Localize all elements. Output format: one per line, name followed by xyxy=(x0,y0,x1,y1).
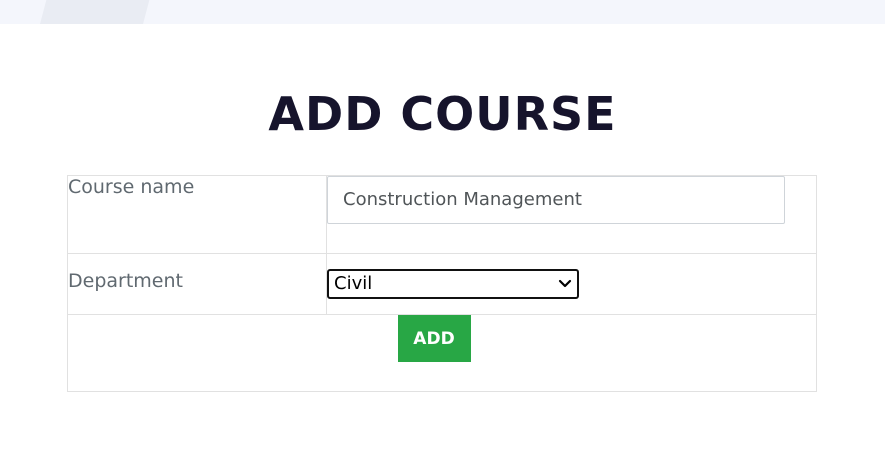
submit-row: ADD xyxy=(67,314,817,392)
department-cell: Civil xyxy=(326,253,817,315)
course-name-row: Course name Construction Management xyxy=(67,175,817,254)
department-selected-value: Civil xyxy=(334,273,373,294)
department-row: Department Civil xyxy=(67,253,817,315)
add-course-form: Course name Construction Management Depa… xyxy=(67,175,817,392)
course-name-input[interactable]: Construction Management xyxy=(327,176,785,224)
department-label: Department xyxy=(67,253,327,315)
course-name-label: Course name xyxy=(67,175,327,254)
page-title: ADD COURSE xyxy=(268,87,617,141)
course-name-cell: Construction Management xyxy=(326,175,817,254)
top-banner xyxy=(0,0,885,24)
chevron-down-icon xyxy=(558,279,572,288)
decorative-shape xyxy=(40,0,152,24)
add-button[interactable]: ADD xyxy=(397,315,471,362)
department-select[interactable]: Civil xyxy=(327,269,579,299)
submit-cell: ADD xyxy=(67,314,817,392)
